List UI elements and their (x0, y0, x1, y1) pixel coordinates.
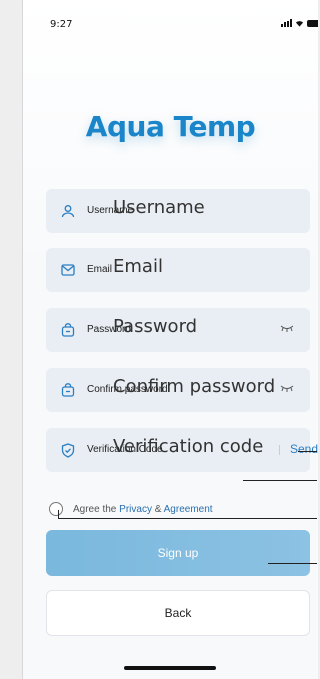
verification-placeholder: Verification code (113, 436, 264, 457)
password-placeholder: Password (113, 316, 198, 337)
username-field[interactable]: Username Username (46, 189, 310, 233)
callout-line-send (298, 451, 317, 452)
lock-icon (60, 382, 76, 398)
agreement-text: Agree the Privacy & Agreement (73, 504, 213, 515)
status-time: 9:27 (50, 19, 73, 30)
send-code-button[interactable]: Send (290, 442, 318, 456)
confirm-password-field[interactable]: Confirm password Confirm password (46, 368, 310, 412)
email-small-label: Email (87, 264, 113, 275)
callout-line-signup (268, 563, 317, 564)
back-button[interactable]: Back (46, 590, 310, 636)
lock-icon (60, 322, 76, 338)
username-placeholder: Username (113, 197, 205, 218)
app-title: Aqua Temp (85, 110, 256, 143)
shield-check-icon (60, 442, 76, 458)
agree-prefix: Agree the (73, 504, 120, 515)
status-icons (281, 19, 318, 27)
eye-closed-icon[interactable] (280, 324, 294, 335)
callout-line-agreement (243, 480, 317, 481)
wifi-icon (295, 21, 304, 27)
mail-icon (60, 262, 76, 278)
send-divider (279, 445, 280, 455)
signal-icon (281, 19, 292, 27)
agreement-link[interactable]: Agreement (164, 504, 213, 515)
eye-closed-icon[interactable] (280, 384, 294, 395)
email-field[interactable]: Email Email (46, 248, 310, 292)
home-indicator (124, 666, 216, 670)
status-bar: 9:27 (23, 0, 318, 40)
privacy-link[interactable]: Privacy (119, 504, 152, 515)
password-field[interactable]: Password Password (46, 308, 310, 352)
email-placeholder: Email (113, 256, 163, 277)
verification-code-field[interactable]: Verification Code Verification code Send (46, 428, 318, 472)
confirm-password-placeholder: Confirm password (113, 376, 276, 397)
phone-screen: 9:27 Aqua Temp Username Username Email E… (22, 0, 318, 679)
sign-up-button[interactable]: Sign up (46, 530, 310, 576)
agree-amp: & (151, 504, 164, 515)
user-icon (60, 203, 76, 219)
battery-icon (307, 20, 318, 27)
agree-checkbox[interactable] (49, 502, 63, 516)
callout-line-checkbox-h (58, 518, 317, 519)
